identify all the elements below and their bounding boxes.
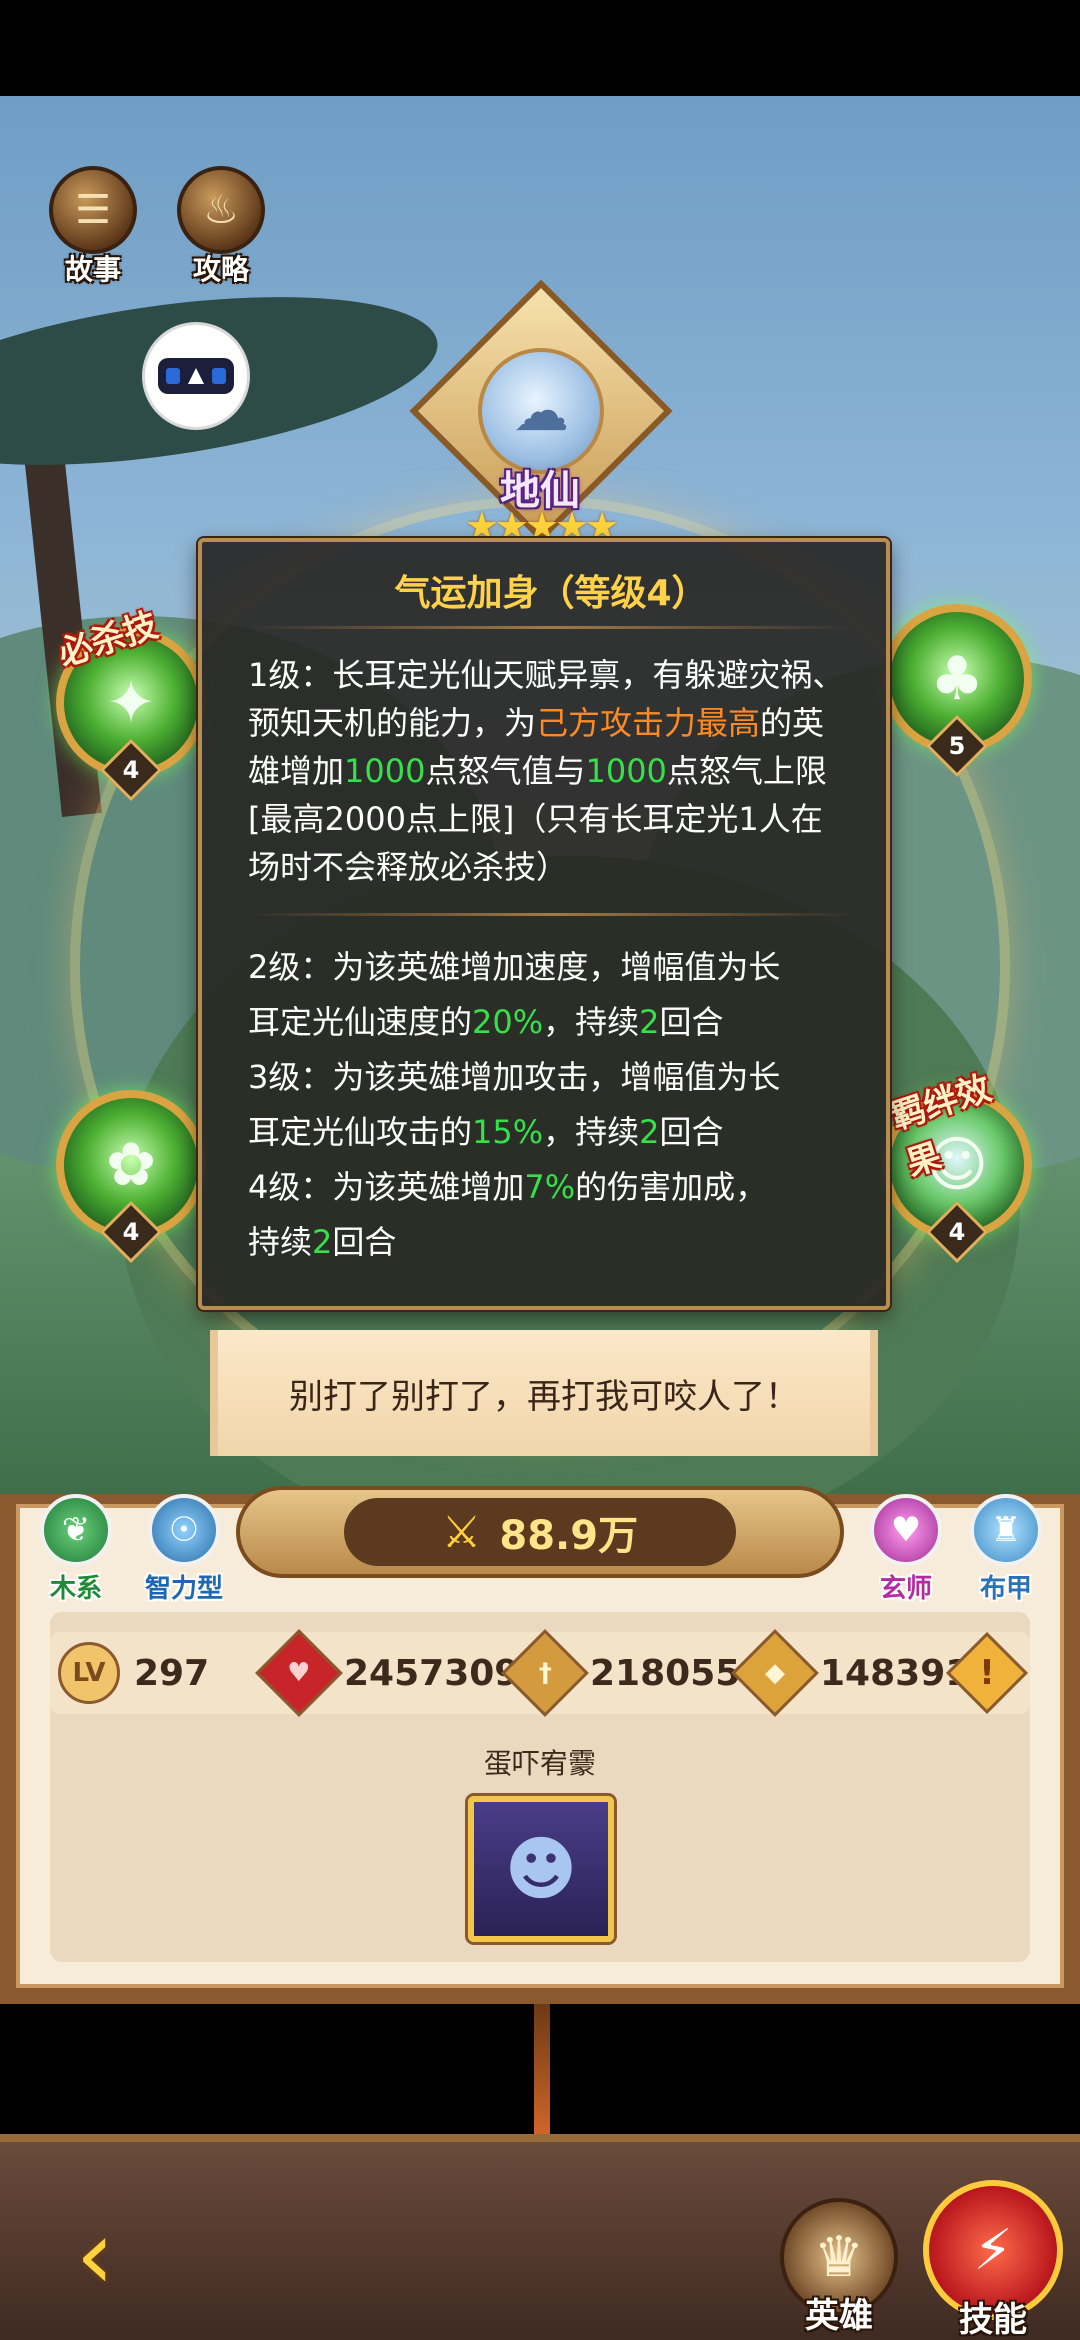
status-bar xyxy=(0,0,1080,96)
nav-hero-label: 英雄 xyxy=(805,2296,873,2336)
cloud-icon: ☁ xyxy=(478,348,604,474)
robe-icon: ♜ xyxy=(970,1494,1042,1566)
character-portrait-icon: ☻ xyxy=(504,1828,578,1910)
trait-intelligence[interactable]: ☉ 智力型 xyxy=(128,1494,240,1605)
shield-icon: ◆ xyxy=(731,1629,819,1717)
vr-toggle-button[interactable] xyxy=(142,322,250,430)
skill-level-descriptions: 2级：为该英雄增加速度，增幅值为长 耳定光仙速度的20%，持续2回合 3级：为该… xyxy=(248,940,854,1270)
skill-node-bond[interactable]: ☺ 羁绊效果 4 xyxy=(882,1068,1032,1264)
leaf-icon: ❦ xyxy=(40,1494,112,1566)
attack-value: 218055 xyxy=(590,1652,741,1694)
skill-node-passive[interactable]: ✿ 4 xyxy=(56,1090,206,1264)
divider xyxy=(248,913,854,916)
skill-level-4-line-2: 持续2回合 xyxy=(248,1223,397,1261)
skill-node-ultimate[interactable]: ✦ 必杀技 4 xyxy=(53,605,206,802)
level-icon: LV xyxy=(58,1642,120,1704)
guide-label: 攻略 xyxy=(192,253,249,286)
stat-level: LV 297 xyxy=(58,1640,209,1706)
sword-icon: † xyxy=(501,1629,589,1717)
stat-attack: † 218055 xyxy=(501,1629,741,1717)
level-value: 297 xyxy=(134,1652,210,1694)
stat-defense: ◆ 148391 xyxy=(731,1629,970,1717)
skill-level-1-description: 1级：长耳定光仙天赋异禀，有躲避灾祸、预知天机的能力，为己方攻击力最高的英雄增加… xyxy=(248,656,845,886)
skill-node-talent[interactable]: ♣ 5 xyxy=(882,604,1032,778)
back-button[interactable]: ‹ xyxy=(40,2199,150,2311)
heart-icon: ♥ xyxy=(255,1629,343,1717)
crossed-swords-icon: ⚔ xyxy=(441,1506,482,1558)
equipment-label: 蛋吓宥靀 xyxy=(483,1747,596,1780)
scroll-icon: ☰ xyxy=(49,166,137,254)
skill-level-2-line-2: 耳定光仙速度的20%，持续2回合 xyxy=(248,1003,724,1041)
trait-wood[interactable]: ❦ 木系 xyxy=(30,1494,122,1605)
tassel-decoration xyxy=(534,2004,550,2134)
stat-hp: ♥ 2457309 xyxy=(255,1629,520,1717)
heart-orb-icon: ♥ xyxy=(870,1494,942,1566)
trait-mystic[interactable]: ♥ 玄师 xyxy=(860,1494,952,1605)
guide-button[interactable]: ♨ 攻略 xyxy=(174,166,268,288)
nav-skill-button[interactable]: ⚡ 技能 xyxy=(918,2180,1068,2340)
exclamation-icon: ! xyxy=(979,1653,995,1693)
tooltip-title: 气运加身（等级4） xyxy=(394,573,708,614)
combat-power-display: ⚔ 88.9万 xyxy=(344,1498,736,1566)
divider xyxy=(248,626,854,629)
skill-tooltip: 气运加身（等级4） 1级：长耳定光仙天赋异禀，有躲避灾祸、预知天机的能力，为己方… xyxy=(198,538,890,1310)
story-button[interactable]: ☰ 故事 xyxy=(46,166,140,288)
hero-speech-banner: 别打了别打了，再打我可咬人了！ xyxy=(210,1330,878,1456)
chevron-left-icon: ‹ xyxy=(75,2199,115,2311)
skill-level-3-line-1: 3级：为该英雄增加攻击，增幅值为长 xyxy=(248,1058,781,1096)
nav-hero-button[interactable]: ♛ 英雄 xyxy=(774,2198,904,2337)
hp-value: 2457309 xyxy=(344,1652,520,1694)
skill-level-4-line-1: 4级：为该英雄增加7%的伤害加成， xyxy=(248,1168,768,1206)
vr-glasses-icon xyxy=(158,358,234,394)
skill-level-2-line-1: 2级：为该英雄增加速度，增幅值为长 xyxy=(248,948,781,986)
equipment-card[interactable]: ☻ xyxy=(468,1796,614,1942)
combat-power-value: 88.9万 xyxy=(499,1513,639,1559)
brain-icon: ☉ xyxy=(148,1494,220,1566)
skill-level-3-line-2: 耳定光仙攻击的15%，持续2回合 xyxy=(248,1113,724,1151)
nav-skill-label: 技能 xyxy=(959,2300,1027,2340)
flame-icon: ♨ xyxy=(177,166,265,254)
trait-cloth-armor[interactable]: ♜ 布甲 xyxy=(960,1494,1052,1605)
story-label: 故事 xyxy=(64,253,121,286)
